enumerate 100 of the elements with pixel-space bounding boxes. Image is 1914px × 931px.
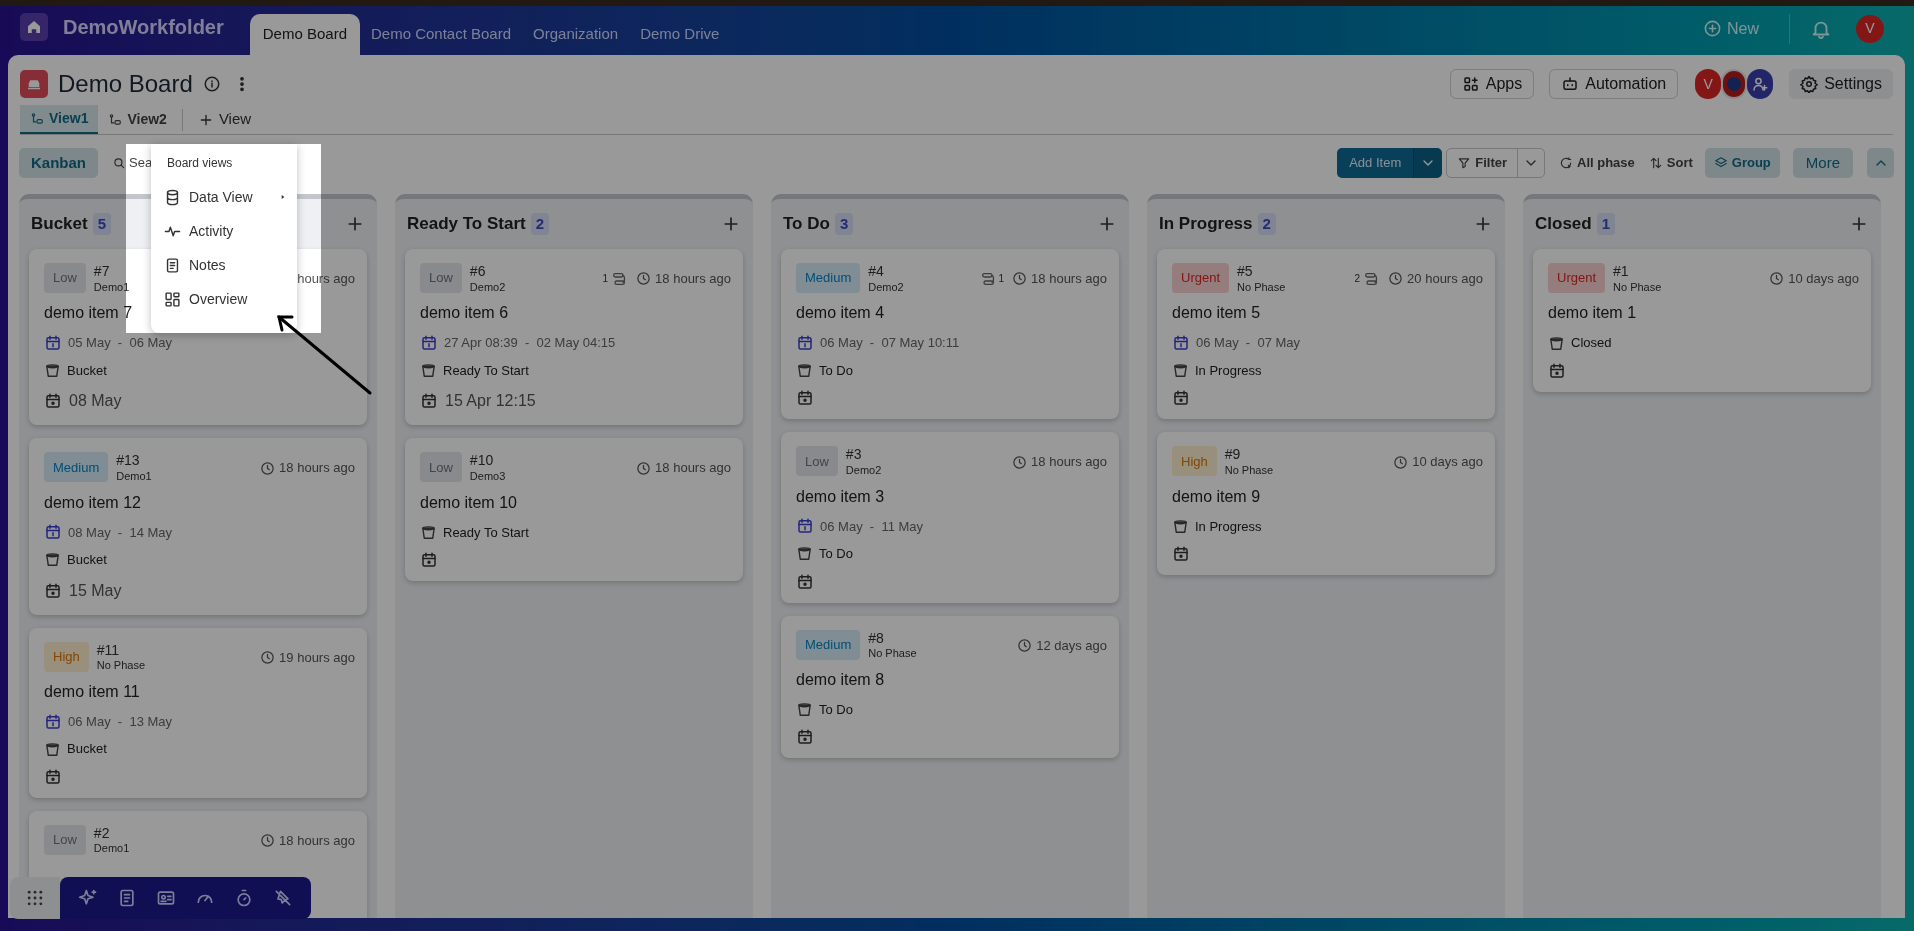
clock-icon xyxy=(1017,637,1033,653)
user-avatar[interactable]: V xyxy=(1856,14,1884,43)
calendar-icon xyxy=(44,523,62,542)
apps-icon xyxy=(1461,75,1480,93)
board-title: Demo Board xyxy=(58,69,193,99)
date-range: 06 May - 07 May xyxy=(1196,334,1301,353)
item-card[interactable]: High #11 No Phase 19 hours ago demo item 11 06 May - 13 May Bucket xyxy=(29,627,367,798)
view-tab[interactable]: View2 xyxy=(98,105,177,134)
menu-item[interactable]: Activity xyxy=(151,214,297,248)
menu-item[interactable]: Notes xyxy=(151,248,297,282)
item-title: demo item 5 xyxy=(1172,303,1261,324)
nav-tab[interactable]: Demo Contact Board xyxy=(360,14,523,55)
clock-icon xyxy=(260,460,276,476)
date-range: 06 May - 11 May xyxy=(820,517,924,536)
item-group: Demo3 xyxy=(469,469,506,484)
item-number: #7 xyxy=(93,263,111,281)
bucket-icon xyxy=(44,740,61,758)
count-badge: 1 xyxy=(1596,212,1616,236)
phase-label: In Progress xyxy=(1195,517,1262,536)
menu-item[interactable]: Overview xyxy=(151,282,297,316)
member-avatar[interactable]: V xyxy=(1695,69,1722,99)
item-card[interactable]: Low #6 Demo2 1 18 hours ago demo item 6 27 Apr 08:39 - 02 May 04:15 Ready To Start 15 Apr 12:15 xyxy=(405,249,743,426)
item-number: #2 xyxy=(93,824,111,843)
notes-icon[interactable] xyxy=(117,888,137,908)
item-number: #4 xyxy=(868,263,885,281)
item-number: #1 xyxy=(1613,263,1630,281)
item-card[interactable]: Low #10 Demo3 18 hours ago demo item 10 Ready To Start xyxy=(405,438,743,581)
sparkle-icon[interactable] xyxy=(78,888,98,908)
settings-button[interactable]: Settings xyxy=(1789,69,1893,99)
due-date-icon[interactable] xyxy=(1172,389,1190,408)
due-date-icon[interactable] xyxy=(796,728,814,747)
column-title: Ready To Start xyxy=(407,213,526,236)
item-title: demo item 8 xyxy=(796,669,885,690)
member-avatar[interactable] xyxy=(1721,69,1748,99)
clock-icon xyxy=(1012,454,1028,470)
due-date-icon[interactable] xyxy=(44,392,62,411)
bucket-icon xyxy=(1172,362,1189,379)
item-card[interactable]: Urgent #5 No Phase 2 20 hours ago demo item 5 06 May - 07 May In Progress xyxy=(1157,249,1495,420)
add-item-dropdown[interactable] xyxy=(1413,148,1443,178)
due-date-icon[interactable] xyxy=(420,551,438,569)
column-title: Bucket xyxy=(31,213,88,236)
time-ago: 18 hours ago xyxy=(1031,453,1107,472)
due-date-icon[interactable] xyxy=(796,389,814,408)
phase-label: Ready To Start xyxy=(443,361,529,380)
due-date-icon[interactable] xyxy=(420,392,438,411)
date-range: 27 Apr 08:39 - 02 May 04:15 xyxy=(444,334,616,353)
item-title: demo item 3 xyxy=(796,486,885,507)
priority-tag: Low xyxy=(796,446,838,477)
priority-tag: Urgent xyxy=(1172,263,1230,293)
date-range: 05 May - 06 May xyxy=(68,334,173,353)
menu-item[interactable]: Data View xyxy=(151,180,297,214)
info-icon[interactable] xyxy=(202,75,221,93)
search-field[interactable]: Sea xyxy=(112,153,153,173)
phase-button[interactable]: All phase xyxy=(1559,148,1635,178)
item-title: demo item 11 xyxy=(44,681,140,702)
due-date-icon[interactable] xyxy=(44,581,62,600)
home-button[interactable] xyxy=(20,13,48,41)
clock-icon xyxy=(636,460,652,476)
add-member-button[interactable] xyxy=(1747,69,1774,99)
due-date-icon[interactable] xyxy=(1172,545,1190,563)
item-card[interactable]: Medium #8 No Phase 12 days ago demo item 8 To Do xyxy=(781,615,1119,759)
nav-tab[interactable]: Demo Drive xyxy=(629,14,731,55)
add-view-button[interactable]: View xyxy=(187,108,262,131)
item-group: No Phase xyxy=(868,647,917,661)
time-ago: 18 hours ago xyxy=(655,459,731,478)
date-range: 06 May - 07 May 10:11 xyxy=(820,334,960,353)
time-ago: 19 hours ago xyxy=(279,648,355,667)
sort-button[interactable]: Sort xyxy=(1648,148,1693,178)
apps-grid-button[interactable] xyxy=(10,877,60,919)
grid-icon xyxy=(25,888,45,908)
item-number: #9 xyxy=(1224,446,1242,464)
item-card[interactable]: Urgent #1 No Phase 10 days ago demo item 1 Closed xyxy=(1533,249,1871,392)
item-card[interactable]: High #9 No Phase 10 days ago demo item 9 In Progress xyxy=(1157,432,1495,575)
count-badge: 5 xyxy=(92,212,112,236)
unpin-icon[interactable] xyxy=(273,888,293,908)
nav-tab[interactable]: Organization xyxy=(522,14,630,55)
add-item-button[interactable]: Add Item xyxy=(1337,148,1414,178)
item-title: demo item 7 xyxy=(44,303,133,324)
nav-tab[interactable]: Demo Board xyxy=(249,14,360,55)
bucket-icon xyxy=(796,701,813,718)
automation-button[interactable]: Automation xyxy=(1549,69,1679,99)
due-date-icon[interactable] xyxy=(1548,361,1566,380)
subitem-count: 1 xyxy=(602,272,609,287)
item-card[interactable]: Medium #4 Demo2 1 18 hours ago demo item 4 06 May - 07 May 10:11 To Do xyxy=(781,249,1119,420)
time-ago: 18 hours ago xyxy=(279,459,355,478)
item-card[interactable]: Low #3 Demo2 18 hours ago demo item 3 06 May - 11 May To Do xyxy=(781,432,1119,603)
app-name: DemoWorkfolder xyxy=(63,15,224,40)
priority-tag: Low xyxy=(420,452,462,483)
contact-card-icon[interactable] xyxy=(156,888,176,908)
sort-icon xyxy=(1648,156,1663,170)
due-date-icon[interactable] xyxy=(44,767,62,786)
phase-label: In Progress xyxy=(1195,361,1262,380)
item-card[interactable]: Medium #13 Demo1 18 hours ago demo item 12 08 May - 14 May Bucket 15 May xyxy=(29,438,367,615)
timer-icon[interactable] xyxy=(234,888,254,908)
apps-button[interactable]: Apps xyxy=(1449,69,1535,99)
plus-circle-icon xyxy=(1703,19,1722,38)
due-date-icon[interactable] xyxy=(796,572,814,591)
clock-icon xyxy=(260,649,276,665)
layers-icon xyxy=(1713,156,1728,170)
time-ago: 10 days ago xyxy=(1412,453,1483,472)
